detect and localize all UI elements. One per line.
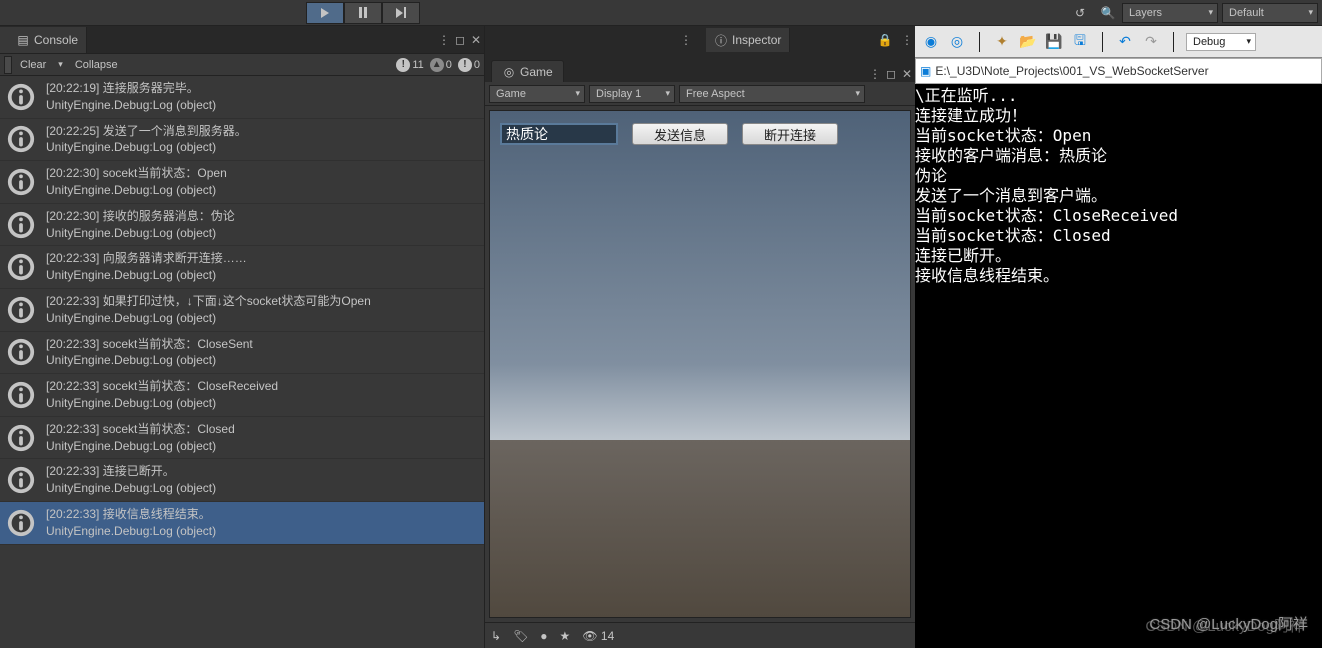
log-text: [20:22:33] 如果打印过快，↓下面↓这个socket状态可能为OpenU… bbox=[46, 293, 371, 327]
undo-history-icon[interactable]: ↺ bbox=[1066, 2, 1094, 24]
strip-icon-1[interactable]: ↳ bbox=[491, 629, 501, 643]
console-tab-label: Console bbox=[34, 33, 78, 47]
log-entry[interactable]: [20:22:33] socekt当前状态：CloseSentUnityEngi… bbox=[0, 332, 484, 375]
inspector-icon: ⓘ bbox=[714, 33, 728, 47]
game-aspect-dropdown[interactable]: Free Aspect bbox=[679, 85, 865, 103]
console-icon: ▤ bbox=[16, 33, 30, 47]
log-text: [20:22:33] socekt当前状态：CloseReceivedUnity… bbox=[46, 378, 278, 412]
log-text: [20:22:33] 向服务器请求断开连接……UnityEngine.Debug… bbox=[46, 250, 247, 284]
vs-toolbar: ◉ ◎ ✦ 📂 💾 🖫 ↶ ↷ Debug bbox=[915, 26, 1322, 58]
log-text: [20:22:19] 连接服务器完毕。UnityEngine.Debug:Log… bbox=[46, 80, 216, 114]
game-mode-dropdown[interactable]: Game bbox=[489, 85, 585, 103]
game-icon: ◎ bbox=[502, 65, 516, 79]
game-tab[interactable]: ◎ Game bbox=[491, 60, 564, 82]
log-entry[interactable]: [20:22:30] socekt当前状态：OpenUnityEngine.De… bbox=[0, 161, 484, 204]
log-text: [20:22:30] socekt当前状态：OpenUnityEngine.De… bbox=[46, 165, 227, 199]
nav-back-icon[interactable]: ◉ bbox=[921, 32, 941, 52]
panel-menu-icon[interactable]: ⋮ bbox=[678, 32, 694, 48]
collapse-button[interactable]: Collapse bbox=[69, 56, 124, 74]
info-icon bbox=[6, 295, 36, 325]
log-entry[interactable]: [20:22:33] socekt当前状态：CloseReceivedUnity… bbox=[0, 374, 484, 417]
inspector-menu-icon[interactable]: ⋮ bbox=[899, 32, 915, 48]
game-viewport[interactable]: 发送信息 断开连接 bbox=[489, 110, 911, 618]
log-entry[interactable]: [20:22:33] 如果打印过快，↓下面↓这个socket状态可能为OpenU… bbox=[0, 289, 484, 332]
step-button[interactable] bbox=[382, 2, 420, 24]
log-entry[interactable]: [20:22:25] 发送了一个消息到服务器。UnityEngine.Debug… bbox=[0, 119, 484, 162]
tab-close-icon[interactable]: ✕ bbox=[468, 32, 484, 48]
log-entry[interactable]: [20:22:33] 向服务器请求断开连接……UnityEngine.Debug… bbox=[0, 246, 484, 289]
config-dropdown[interactable]: Debug bbox=[1186, 33, 1256, 51]
info-icon bbox=[6, 252, 36, 282]
cmd-icon: ▣ bbox=[920, 64, 931, 78]
log-entry[interactable]: [20:22:19] 连接服务器完毕。UnityEngine.Debug:Log… bbox=[0, 76, 484, 119]
info-icon bbox=[6, 124, 36, 154]
console-tab[interactable]: ▤ Console bbox=[8, 27, 87, 53]
save-all-icon[interactable]: 🖫 bbox=[1070, 32, 1090, 52]
log-text: [20:22:30] 接收的服务器消息：伪论UnityEngine.Debug:… bbox=[46, 208, 235, 242]
inspector-tab[interactable]: ⓘ Inspector bbox=[706, 28, 790, 52]
play-button[interactable] bbox=[306, 2, 344, 24]
strip-info-icon[interactable]: ● bbox=[540, 629, 547, 643]
vs-file-tab[interactable]: ▣ E:\_U3D\Note_Projects\001_VS_WebSocket… bbox=[915, 58, 1322, 84]
server-console-output: \正在监听...连接建立成功！当前socket状态：Open接收的客户端消息：热… bbox=[915, 84, 1322, 648]
error-count[interactable]: !0 bbox=[458, 58, 480, 72]
log-entry[interactable]: [20:22:33] 接收信息线程结束。UnityEngine.Debug:Lo… bbox=[0, 502, 484, 545]
strip-hidden-toggle[interactable]: 👁 14 bbox=[582, 629, 614, 643]
log-text: [20:22:25] 发送了一个消息到服务器。UnityEngine.Debug… bbox=[46, 123, 247, 157]
dropdown-caret-icon[interactable]: ▾ bbox=[58, 59, 63, 70]
message-input[interactable] bbox=[500, 123, 618, 145]
redo-icon[interactable]: ↷ bbox=[1141, 32, 1161, 52]
log-entry[interactable]: [20:22:33] 连接已断开。UnityEngine.Debug:Log (… bbox=[0, 459, 484, 502]
info-icon bbox=[6, 423, 36, 453]
main-toolbar: ↺ 🔍 Layers Default bbox=[0, 0, 1322, 26]
info-icon bbox=[6, 210, 36, 240]
info-icon bbox=[6, 508, 36, 538]
strip-star-icon[interactable]: ★ bbox=[560, 629, 571, 643]
game-menu-icon[interactable]: ⋮ bbox=[867, 66, 883, 82]
info-icon bbox=[6, 465, 36, 495]
game-close-icon[interactable]: ✕ bbox=[899, 66, 915, 82]
tab-maximize-icon[interactable]: ◻ bbox=[452, 32, 468, 48]
game-display-dropdown[interactable]: Display 1 bbox=[589, 85, 675, 103]
log-text: [20:22:33] socekt当前状态：CloseSentUnityEngi… bbox=[46, 336, 253, 370]
inspector-lock-icon[interactable]: 🔒 bbox=[877, 32, 893, 48]
save-icon[interactable]: 💾 bbox=[1044, 32, 1064, 52]
disconnect-button[interactable]: 断开连接 bbox=[742, 123, 838, 145]
log-text: [20:22:33] 连接已断开。UnityEngine.Debug:Log (… bbox=[46, 463, 216, 497]
game-tab-label: Game bbox=[520, 65, 553, 79]
info-icon bbox=[6, 82, 36, 112]
watermark-shadow: CSDN @LuckyDog阿祥 bbox=[1145, 615, 1304, 636]
warn-count[interactable]: ▲0 bbox=[430, 58, 452, 72]
inspector-tab-label: Inspector bbox=[732, 33, 781, 47]
log-text: [20:22:33] 接收信息线程结束。UnityEngine.Debug:Lo… bbox=[46, 506, 216, 540]
strip-tag-icon[interactable]: 🏷 bbox=[513, 629, 528, 643]
new-item-icon[interactable]: ✦ bbox=[992, 32, 1012, 52]
game-max-icon[interactable]: ◻ bbox=[883, 66, 899, 82]
info-count[interactable]: !11 bbox=[396, 58, 423, 72]
layout-dropdown[interactable]: Default bbox=[1222, 3, 1318, 23]
pause-button[interactable] bbox=[344, 2, 382, 24]
info-icon bbox=[6, 380, 36, 410]
clear-button[interactable]: Clear bbox=[14, 56, 52, 74]
log-entry[interactable]: [20:22:33] socekt当前状态：ClosedUnityEngine.… bbox=[0, 417, 484, 460]
undo-icon[interactable]: ↶ bbox=[1115, 32, 1135, 52]
console-log-list[interactable]: [20:22:19] 连接服务器完毕。UnityEngine.Debug:Log… bbox=[0, 76, 484, 648]
send-button[interactable]: 发送信息 bbox=[632, 123, 728, 145]
tab-menu-icon[interactable]: ⋮ bbox=[436, 32, 452, 48]
clear-caret[interactable] bbox=[4, 56, 12, 74]
vs-path-label: E:\_U3D\Note_Projects\001_VS_WebSocketSe… bbox=[935, 64, 1208, 78]
layers-dropdown[interactable]: Layers bbox=[1122, 3, 1218, 23]
log-entry[interactable]: [20:22:30] 接收的服务器消息：伪论UnityEngine.Debug:… bbox=[0, 204, 484, 247]
info-icon bbox=[6, 337, 36, 367]
nav-fwd-icon[interactable]: ◎ bbox=[947, 32, 967, 52]
info-icon bbox=[6, 167, 36, 197]
open-icon[interactable]: 📂 bbox=[1018, 32, 1038, 52]
log-text: [20:22:33] socekt当前状态：ClosedUnityEngine.… bbox=[46, 421, 235, 455]
search-icon[interactable]: 🔍 bbox=[1094, 2, 1122, 24]
